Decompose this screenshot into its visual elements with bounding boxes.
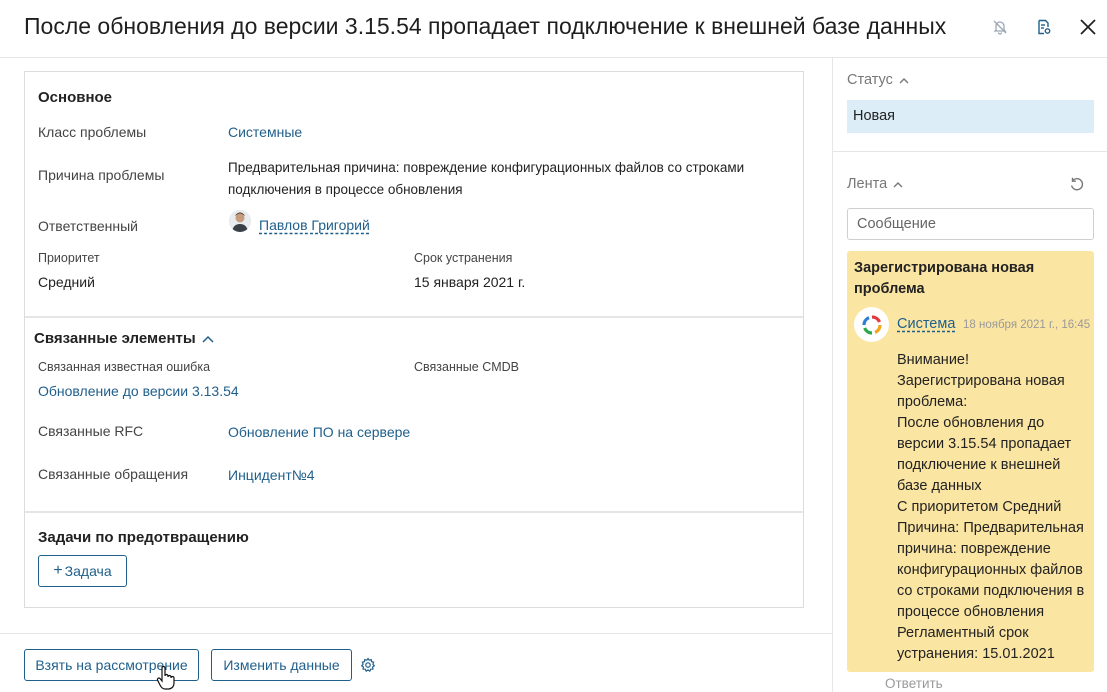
close-icon[interactable] — [1077, 16, 1099, 38]
hand-cursor-icon — [156, 665, 176, 690]
feed-item-body-line: подключение к внешней — [897, 457, 1061, 473]
refresh-icon[interactable] — [1069, 176, 1085, 192]
section-divider — [25, 511, 803, 513]
right-panel-divider — [833, 151, 1107, 152]
tasks-section-heading: Задачи по предотвращению — [38, 529, 249, 546]
basic-section-heading: Основное — [38, 89, 113, 106]
bell-off-icon[interactable] — [989, 16, 1011, 38]
rfc-link[interactable]: Обновление ПО на сервере — [228, 424, 410, 440]
feed-item-body-line: причина: повреждение — [897, 541, 1051, 557]
feed-item-body-line: С приоритетом Средний — [897, 499, 1062, 515]
feed-item-body-line: Регламентный срок — [897, 625, 1029, 641]
feed-item-body-line: базе данных — [897, 478, 982, 494]
status-value[interactable]: Новая — [847, 100, 1094, 133]
feed-item-body-line: проблема: — [897, 394, 968, 410]
responsible-label: Ответственный — [38, 218, 138, 234]
feed-label: Лента — [847, 176, 888, 192]
feed-item-body-line: Причина: Предварительная — [897, 520, 1084, 536]
feed-item-body-line: конфигурационных файлов — [897, 562, 1083, 578]
related-section-toggle[interactable]: Связанные элементы — [34, 330, 214, 347]
header-divider — [0, 57, 1107, 58]
cmdb-label: Связанные CMDB — [414, 360, 519, 374]
feed-section-toggle[interactable]: Лента — [847, 176, 903, 192]
message-input[interactable] — [847, 208, 1094, 240]
feed-item-body-line: Внимание! — [897, 352, 970, 368]
rfc-label: Связанные RFC — [38, 423, 144, 439]
feed-item: Зарегистрирована новая проблема Система … — [847, 251, 1094, 672]
right-panel-divider — [832, 58, 833, 692]
feed-item-body-line: После обновления до — [897, 415, 1045, 431]
feed-item-body-line: со строками подключения в — [897, 583, 1085, 599]
gear-icon[interactable] — [360, 657, 376, 673]
feed-item-author[interactable]: Система — [897, 316, 955, 332]
edit-data-button[interactable]: Изменить данные — [211, 649, 352, 681]
problem-cause-value: Предварительная причина: повреждение кон… — [228, 160, 745, 197]
feed-item-body-line: устранения: 15.01.2021 — [897, 646, 1055, 662]
page-title: После обновления до версии 3.15.54 пропа… — [24, 13, 947, 39]
deadline-value: 15 января 2021 г. — [414, 274, 526, 290]
priority-label: Приоритет — [38, 251, 100, 265]
status-section-toggle[interactable]: Статус — [847, 72, 909, 88]
section-divider — [25, 316, 803, 318]
status-label: Статус — [847, 72, 893, 88]
known-error-label: Связанная известная ошибка — [38, 360, 211, 374]
avatar — [229, 210, 251, 232]
chevron-up-icon — [202, 330, 214, 347]
system-logo-icon — [854, 307, 889, 342]
related-request-link[interactable]: Инцидент№4 — [228, 467, 315, 483]
add-task-label: Задача — [64, 563, 112, 579]
deadline-label: Срок устранения — [414, 251, 513, 265]
feed-item-body-line: версии 3.15.54 пропадает — [897, 436, 1072, 452]
feed-item-date: 18 ноября 2021 г., 16:45 — [963, 319, 1091, 331]
problem-class-link[interactable]: Системные — [228, 124, 302, 140]
feed-item-title: Зарегистрирована новая проблема — [854, 260, 1035, 297]
related-section-heading: Связанные элементы — [34, 330, 196, 347]
known-error-link[interactable]: Обновление до версии 3.13.54 — [38, 383, 239, 399]
priority-value: Средний — [38, 274, 95, 290]
document-settings-icon[interactable] — [1033, 16, 1055, 38]
related-requests-label: Связанные обращения — [38, 466, 189, 482]
chevron-up-icon — [899, 72, 909, 88]
footer-divider — [0, 633, 832, 634]
problem-details-card: Основное Класс проблемы Системные Причин… — [24, 71, 804, 608]
chevron-up-icon — [893, 176, 903, 192]
add-task-button[interactable]: + Задача — [38, 555, 127, 587]
responsible-link[interactable]: Павлов Григорий — [259, 217, 370, 233]
problem-class-label: Класс проблемы — [38, 124, 147, 140]
feed-item-body-line: процессе обновления — [897, 604, 1045, 620]
feed-item-body: Внимание! Зарегистрирована новая проблема:… — [897, 350, 1092, 665]
plus-icon: + — [53, 562, 63, 579]
reply-link[interactable]: Ответить — [885, 676, 943, 691]
problem-cause-label: Причина проблемы — [38, 167, 165, 183]
feed-item-body-line: Зарегистрирована новая — [897, 373, 1065, 389]
